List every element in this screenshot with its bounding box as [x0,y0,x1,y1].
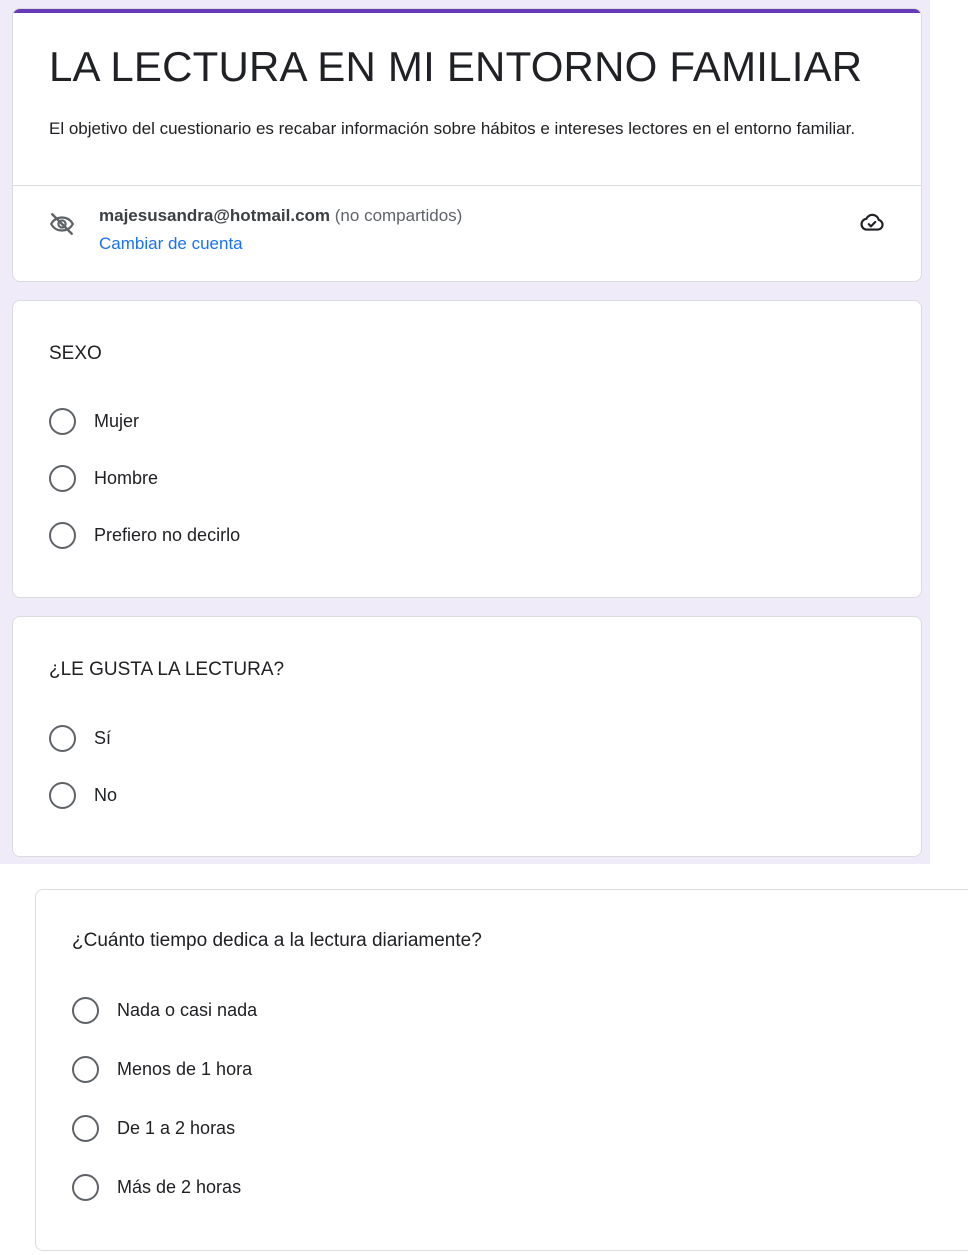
radio-option[interactable]: Mujer [49,406,139,436]
question-title: SEXO [49,343,102,364]
account-info: majesusandra@hotmail.com (no compartidos… [99,205,462,227]
radio-option[interactable]: Hombre [49,463,158,493]
radio-option[interactable]: Menos de 1 hora [72,1054,252,1084]
eye-off-icon [49,213,75,235]
option-label: Nada o casi nada [117,999,258,1020]
radio-option[interactable]: Sí [49,723,111,753]
header-divider [13,185,921,186]
question-title: ¿Cuánto tiempo dedica a la lectura diari… [72,930,482,951]
option-label: Más de 2 horas [117,1176,242,1197]
switch-account-link[interactable]: Cambiar de cuenta [99,233,243,255]
cloud-check-icon [860,213,884,231]
form-header-card: LA LECTURA EN MI ENTORNO FAMILIAR El obj… [12,8,922,282]
option-label: No [94,784,118,805]
question-card-tiempo: ¿Cuánto tiempo dedica a la lectura diari… [35,889,968,1251]
radio-option[interactable]: Nada o casi nada [72,995,257,1025]
option-label: Hombre [94,467,159,488]
form-description: El objetivo del cuestionario es recabar … [49,119,856,138]
radio-button[interactable] [49,781,76,809]
radio-option[interactable]: Prefiero no decirlo [49,520,240,550]
radio-button[interactable] [49,521,76,549]
radio-option[interactable]: No [49,780,117,810]
radio-button[interactable] [72,996,99,1024]
sharing-status: (no compartidos) [330,206,463,225]
radio-button[interactable] [72,1055,99,1083]
header-accent-bar [13,9,921,13]
radio-button[interactable] [72,1114,99,1142]
radio-option[interactable]: De 1 a 2 horas [72,1113,235,1143]
radio-button[interactable] [49,407,76,435]
radio-button[interactable] [49,724,76,752]
option-label: Mujer [94,410,140,431]
question-card-lectura: ¿LE GUSTA LA LECTURA? Sí No [12,616,922,857]
option-label: Sí [94,727,112,748]
radio-option[interactable]: Más de 2 horas [72,1172,241,1202]
radio-button[interactable] [72,1173,99,1201]
option-label: Menos de 1 hora [117,1058,253,1079]
radio-button[interactable] [49,464,76,492]
account-email: majesusandra@hotmail.com [99,206,331,225]
question-card-sexo: SEXO Mujer Hombre Prefiero no decirlo [12,300,922,598]
option-label: Prefiero no decirlo [94,524,241,545]
question-title: ¿LE GUSTA LA LECTURA? [49,659,285,680]
option-label: De 1 a 2 horas [117,1117,236,1138]
form-title: LA LECTURA EN MI ENTORNO FAMILIAR [49,43,863,90]
